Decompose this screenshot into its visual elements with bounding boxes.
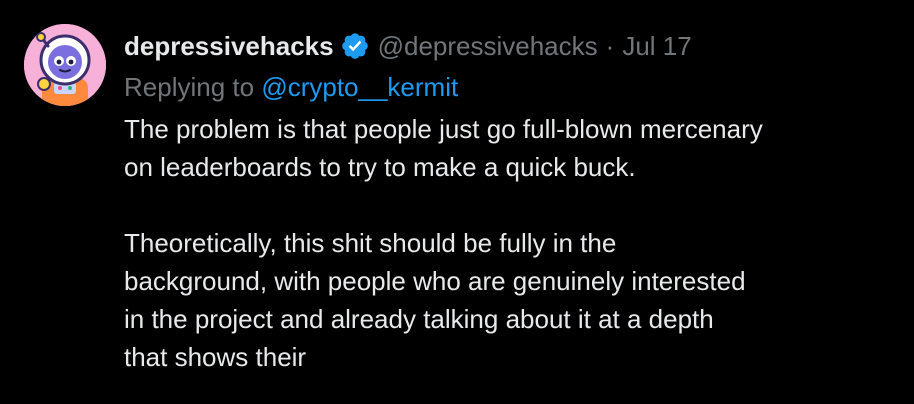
avatar[interactable] bbox=[24, 24, 106, 106]
tweet-text-line: background, with people who are genuinel… bbox=[124, 266, 746, 296]
tweet-content: depressivehacks @depressivehacks · Jul 1… bbox=[124, 28, 904, 376]
separator-dot: · bbox=[605, 30, 615, 61]
verified-badge-icon[interactable] bbox=[340, 31, 370, 61]
tweet-text-line: that shows their bbox=[124, 342, 307, 372]
replying-to-handle-link[interactable]: @crypto__kermit bbox=[261, 72, 458, 102]
tweet[interactable]: depressivehacks @depressivehacks · Jul 1… bbox=[0, 0, 914, 404]
tweet-text-line: The problem is that people just go full-… bbox=[124, 114, 763, 144]
replying-to-label: Replying to bbox=[124, 72, 255, 102]
astronaut-avatar-icon bbox=[24, 24, 106, 106]
tweet-text-line: in the project and already talking about… bbox=[124, 304, 714, 334]
user-handle[interactable]: @depressivehacks bbox=[378, 31, 598, 62]
tweet-text-line: Theoretically, this shit should be fully… bbox=[124, 228, 617, 258]
tweet-text-line: on leaderboards to try to make a quick b… bbox=[124, 152, 636, 182]
display-name[interactable]: depressivehacks bbox=[124, 31, 334, 62]
tweet-header: depressivehacks @depressivehacks · Jul 1… bbox=[124, 28, 904, 64]
tweet-date[interactable]: Jul 17 bbox=[622, 31, 691, 62]
replying-to-line: Replying to @crypto__kermit bbox=[124, 68, 904, 106]
tweet-text: The problem is that people just go full-… bbox=[124, 110, 904, 376]
